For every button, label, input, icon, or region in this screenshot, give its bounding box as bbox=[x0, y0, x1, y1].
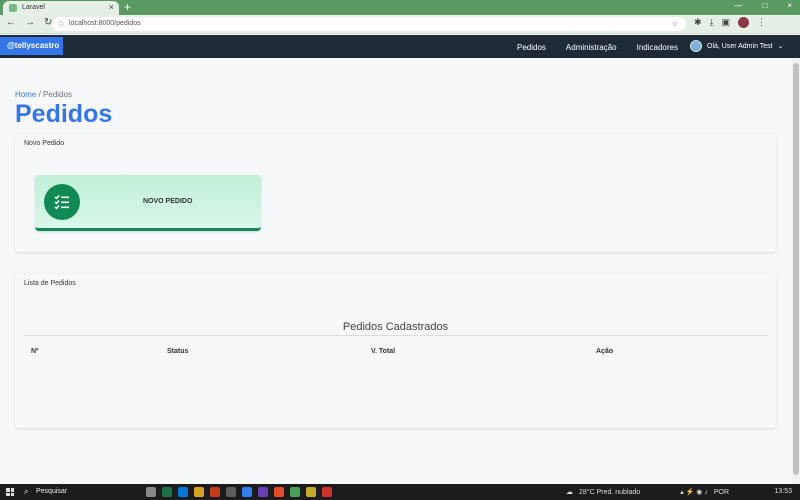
column-header-status: Status bbox=[167, 348, 189, 355]
browser-nav-buttons: ← → ↻ bbox=[6, 17, 52, 28]
browser-tab-strip: Laravel × + — □ × bbox=[0, 0, 800, 15]
office-app-icon[interactable] bbox=[210, 487, 220, 497]
column-header-number: Nº bbox=[31, 348, 39, 355]
card-header: Novo Pedido bbox=[24, 140, 65, 147]
download-icon[interactable]: ⤓ bbox=[710, 17, 714, 28]
breadcrumb-separator: / bbox=[38, 90, 41, 99]
new-order-label: NOVO PEDIDO bbox=[143, 198, 193, 205]
user-avatar bbox=[690, 40, 702, 52]
column-header-action: Ação bbox=[596, 348, 614, 355]
user-greeting: Olá, User Admin Test bbox=[707, 42, 773, 50]
page-scrollbar[interactable] bbox=[792, 58, 800, 484]
taskbar-clock[interactable]: 13:53 bbox=[774, 488, 792, 495]
sidepanel-icon[interactable]: ▣ bbox=[722, 17, 731, 28]
weather-cloud-icon[interactable]: ☁ bbox=[566, 488, 573, 496]
nav-links: Pedidos Administração Indicadores bbox=[517, 43, 698, 52]
tab-title: Laravel bbox=[22, 4, 45, 11]
vscode-app-icon[interactable] bbox=[242, 487, 252, 497]
system-tray: ☁ 28°C Pred. nublado ▴ ⚡ ◉ ♪ POR bbox=[566, 488, 729, 497]
orders-list-card: Lista de Pedidos Pedidos Cadastrados Nº … bbox=[15, 274, 776, 428]
url-text: localhost:8000/pedidos bbox=[69, 20, 141, 27]
window-controls: — □ × bbox=[734, 1, 792, 10]
browser-extensions: ✱ ⤓ ▣ ⋮ bbox=[694, 17, 766, 28]
table-divider bbox=[24, 335, 767, 336]
new-tab-button[interactable]: + bbox=[124, 0, 131, 14]
terminal-app-icon[interactable] bbox=[226, 487, 236, 497]
new-order-button[interactable]: NOVO PEDIDO bbox=[35, 175, 261, 231]
site-info-icon[interactable]: ⓘ bbox=[58, 20, 64, 29]
user-menu[interactable]: Olá, User Admin Test ⌄ bbox=[690, 40, 784, 52]
back-arrow-icon[interactable]: ← bbox=[6, 17, 16, 28]
minimize-button[interactable]: — bbox=[734, 1, 742, 10]
breadcrumb-home-link[interactable]: Home bbox=[15, 90, 36, 99]
maximize-button[interactable]: □ bbox=[762, 1, 767, 10]
browser-tab[interactable]: Laravel × bbox=[3, 1, 119, 15]
nav-link-administracao[interactable]: Administração bbox=[566, 43, 617, 52]
app-icon[interactable] bbox=[322, 487, 332, 497]
profile-avatar[interactable] bbox=[738, 17, 750, 28]
windows-start-icon[interactable] bbox=[6, 488, 14, 496]
scrollbar-thumb[interactable] bbox=[793, 63, 799, 475]
page-title: Pedidos bbox=[15, 100, 113, 128]
chrome-app-icon[interactable] bbox=[274, 487, 284, 497]
edge-app-icon[interactable] bbox=[178, 487, 188, 497]
laravel-favicon-icon bbox=[9, 4, 17, 12]
brand-button[interactable]: @tellyscastro bbox=[0, 37, 63, 55]
task-view-icon[interactable] bbox=[146, 487, 156, 497]
tray-icons[interactable]: ▴ ⚡ ◉ ♪ bbox=[680, 488, 708, 496]
language-indicator[interactable]: POR bbox=[714, 489, 729, 496]
column-header-total: V. Total bbox=[371, 348, 396, 355]
checklist-icon bbox=[44, 184, 80, 220]
address-bar[interactable]: ⓘ localhost:8000/pedidos ☆ bbox=[52, 17, 686, 31]
app-navbar: @tellyscastro Pedidos Administração Indi… bbox=[0, 35, 800, 58]
app-icon[interactable] bbox=[290, 487, 300, 497]
nav-link-pedidos[interactable]: Pedidos bbox=[517, 43, 546, 52]
card-header: Lista de Pedidos bbox=[24, 280, 76, 287]
pinned-apps bbox=[146, 487, 332, 497]
os-taskbar: ⌕ Pesquisar ☁ 28°C Pred. nublado ▴ ⚡ ◉ ♪… bbox=[0, 484, 800, 500]
menu-kebab-icon[interactable]: ⋮ bbox=[757, 17, 766, 28]
excel-app-icon[interactable] bbox=[162, 487, 172, 497]
chevron-down-icon: ⌄ bbox=[777, 43, 784, 50]
close-tab-icon[interactable]: × bbox=[109, 2, 114, 12]
file-explorer-icon[interactable] bbox=[194, 487, 204, 497]
app-icon[interactable] bbox=[258, 487, 268, 497]
extensions-icon[interactable]: ✱ bbox=[694, 17, 702, 28]
app-icon[interactable] bbox=[306, 487, 316, 497]
taskbar-search-placeholder: Pesquisar bbox=[36, 488, 68, 495]
table-caption: Pedidos Cadastrados bbox=[342, 321, 449, 333]
search-icon: ⌕ bbox=[24, 487, 29, 496]
close-window-button[interactable]: × bbox=[787, 1, 792, 10]
new-order-card: Novo Pedido NOVO PEDIDO bbox=[15, 134, 776, 252]
bookmark-star-icon[interactable]: ☆ bbox=[672, 20, 678, 28]
browser-toolbar: ← → ↻ ⓘ localhost:8000/pedidos ☆ ✱ ⤓ ▣ ⋮ bbox=[0, 15, 800, 34]
nav-link-indicadores[interactable]: Indicadores bbox=[637, 43, 678, 52]
breadcrumb: Home / Pedidos bbox=[15, 90, 72, 99]
breadcrumb-current: Pedidos bbox=[43, 90, 72, 99]
forward-arrow-icon[interactable]: → bbox=[25, 17, 35, 28]
weather-text: 28°C Pred. nublado bbox=[579, 488, 641, 496]
taskbar-search[interactable]: ⌕ Pesquisar bbox=[22, 486, 142, 498]
